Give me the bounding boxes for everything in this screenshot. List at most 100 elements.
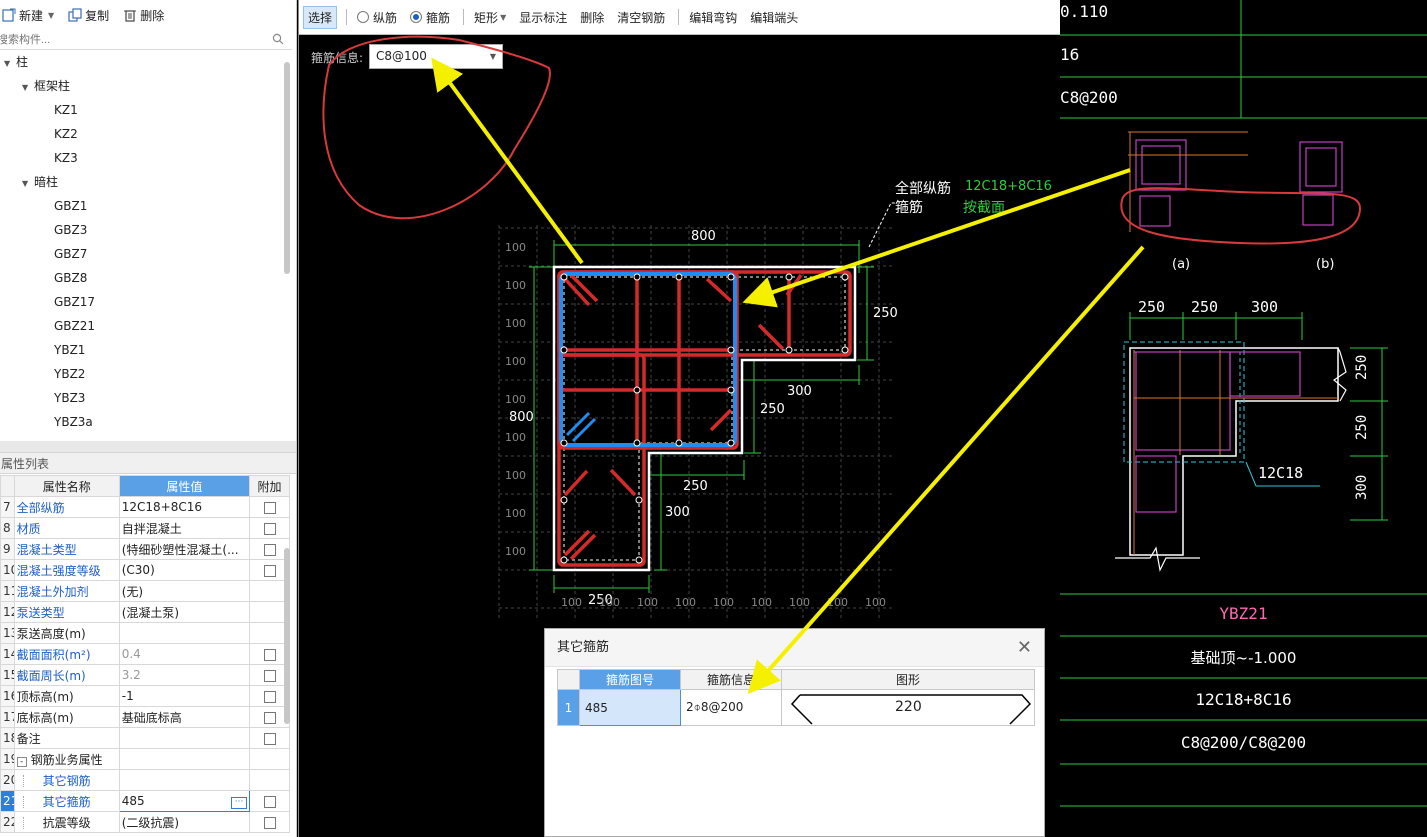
tree-node-column[interactable]: ▼ 柱: [4, 50, 28, 74]
checkbox[interactable]: [263, 690, 276, 703]
property-name-text: 顶标高(m): [16, 689, 74, 704]
tree-group-frame-column[interactable]: ▼ 框架柱: [22, 74, 70, 98]
stirrup-info-cell[interactable]: 2⌽8@200: [680, 689, 782, 726]
tree-item[interactable]: GBZ3: [54, 218, 87, 242]
stirrup-shape-cell[interactable]: 220: [781, 689, 1035, 726]
property-value[interactable]: [118, 727, 251, 749]
property-value-text: (无): [121, 584, 144, 599]
property-row[interactable]: 12泵送类型 (混凝土泵): [0, 601, 290, 623]
property-row[interactable]: 14截面面积(m²) 0.4: [0, 643, 290, 665]
property-extra: [249, 727, 290, 749]
panel-splitter[interactable]: [0, 441, 296, 452]
stirrup-no-cell[interactable]: 485: [579, 689, 681, 726]
tree-node-label: 柱: [16, 55, 29, 69]
cad-dim-top-3: 300: [1251, 298, 1279, 316]
property-name: 备注: [13, 727, 120, 749]
property-row[interactable]: 7 全部纵筋 12C18+8C16: [0, 496, 290, 518]
tree-item[interactable]: YBZ3: [54, 386, 85, 410]
collapse-icon[interactable]: -: [16, 756, 27, 767]
tree-item[interactable]: YBZ2: [54, 362, 85, 386]
property-extra: [249, 769, 290, 791]
component-tree: ▼ 柱 ▼ 框架柱 KZ1 KZ2 KZ3 ▼ 暗柱 GBZ1 GBZ3 GBZ7 G…: [0, 50, 296, 438]
checkbox[interactable]: [263, 522, 276, 535]
tree-item[interactable]: GBZ21: [54, 314, 95, 338]
property-row-num: 19: [0, 748, 15, 770]
property-value[interactable]: 12C18+8C16: [118, 496, 251, 518]
property-value-text: 基础底标高: [121, 710, 182, 725]
property-row[interactable]: 21 其它箍筋 485 ···: [0, 790, 290, 812]
property-list-title: 属性列表: [0, 452, 296, 474]
property-row[interactable]: 16顶标高(m) -1: [0, 685, 290, 707]
property-row[interactable]: 9 混凝土类型 (特细砂塑性混凝土(...: [0, 538, 290, 560]
cad-top-value-3: C8@200: [1060, 88, 1118, 107]
property-value-text: 0.4: [121, 647, 141, 661]
tree-item[interactable]: GBZ8: [54, 266, 87, 290]
property-value[interactable]: [118, 622, 251, 644]
delete-button[interactable]: 删除: [123, 7, 164, 24]
property-value[interactable]: 自拌混凝土: [118, 517, 251, 539]
property-name: 顶标高(m): [13, 685, 120, 707]
close-icon[interactable]: ✕: [1017, 637, 1032, 658]
property-value[interactable]: 0.4: [118, 643, 251, 665]
property-row[interactable]: 20 其它钢筋: [0, 769, 290, 791]
property-value[interactable]: -1: [118, 685, 251, 707]
checkbox[interactable]: [263, 543, 276, 556]
copy-icon: [68, 8, 82, 22]
property-row[interactable]: 13泵送高度(m): [0, 622, 290, 644]
new-button[interactable]: 新建 ▼: [2, 7, 54, 24]
tree-group-hidden-column[interactable]: ▼ 暗柱: [22, 170, 58, 194]
chevron-down-icon: ▼: [48, 10, 55, 20]
property-value[interactable]: [118, 769, 251, 791]
property-name-text: 泵送高度(m): [16, 626, 86, 641]
property-name-text: 截面面积(m²): [16, 647, 91, 662]
tree-item[interactable]: GBZ17: [54, 290, 95, 314]
property-row-num: 13: [0, 622, 15, 644]
search-icon[interactable]: [272, 33, 284, 45]
copy-button[interactable]: 复制: [68, 7, 109, 24]
property-value[interactable]: (无): [118, 580, 251, 602]
tree-item[interactable]: KZ3: [54, 146, 78, 170]
property-name-text: 泵送类型: [16, 605, 65, 620]
property-row[interactable]: 19-钢筋业务属性: [0, 748, 290, 770]
property-value[interactable]: 3.2: [118, 664, 251, 686]
checkbox[interactable]: [263, 669, 276, 682]
tree-scrollbar[interactable]: [284, 62, 290, 274]
tree-item[interactable]: YBZ1: [54, 338, 85, 362]
tree-item[interactable]: YBZ3a: [54, 410, 93, 434]
property-row[interactable]: 22 抗震等级 (二级抗震): [0, 811, 290, 833]
tree-item[interactable]: GBZ1: [54, 194, 87, 218]
property-value[interactable]: (C30): [118, 559, 251, 581]
property-value[interactable]: [118, 748, 251, 770]
checkbox[interactable]: [263, 816, 276, 829]
property-row[interactable]: 11混凝土外加剂 (无): [0, 580, 290, 602]
checkbox[interactable]: [263, 648, 276, 661]
property-row[interactable]: 8 材质 自拌混凝土: [0, 517, 290, 539]
property-name: 材质: [13, 517, 120, 539]
property-row[interactable]: 18备注: [0, 727, 290, 749]
property-row[interactable]: 17底标高(m) 基础底标高: [0, 706, 290, 728]
stirrup-row[interactable]: 1 485 2⌽8@200 220: [557, 689, 1035, 726]
checkbox[interactable]: [263, 711, 276, 724]
checkbox[interactable]: [263, 795, 276, 808]
tree-item[interactable]: KZ1: [54, 98, 78, 122]
search-input[interactable]: [0, 30, 287, 49]
cad-dim-right-3: 300: [1354, 474, 1370, 500]
property-name: - 钢筋业务属性: [13, 748, 120, 770]
more-icon[interactable]: ···: [231, 796, 248, 809]
property-value[interactable]: 基础底标高: [118, 706, 251, 728]
property-value[interactable]: (特细砂塑性混凝土(...: [118, 538, 251, 560]
checkbox[interactable]: [263, 501, 276, 514]
property-value[interactable]: 485 ···: [118, 790, 251, 812]
property-value[interactable]: (混凝土泵): [118, 601, 251, 623]
property-row[interactable]: 15截面周长(m) 3.2: [0, 664, 290, 686]
tree-item[interactable]: GBZ7: [54, 242, 87, 266]
tree-group-label: 暗柱: [34, 175, 59, 189]
property-scrollbar[interactable]: [284, 548, 290, 724]
tree-item[interactable]: KZ2: [54, 122, 78, 146]
property-row[interactable]: 10混凝土强度等级 (C30): [0, 559, 290, 581]
checkbox[interactable]: [263, 564, 276, 577]
checkbox[interactable]: [263, 732, 276, 745]
stirrup-shape-value: 220: [895, 699, 922, 715]
property-value[interactable]: (二级抗震): [118, 811, 251, 833]
property-extra: [249, 517, 290, 539]
